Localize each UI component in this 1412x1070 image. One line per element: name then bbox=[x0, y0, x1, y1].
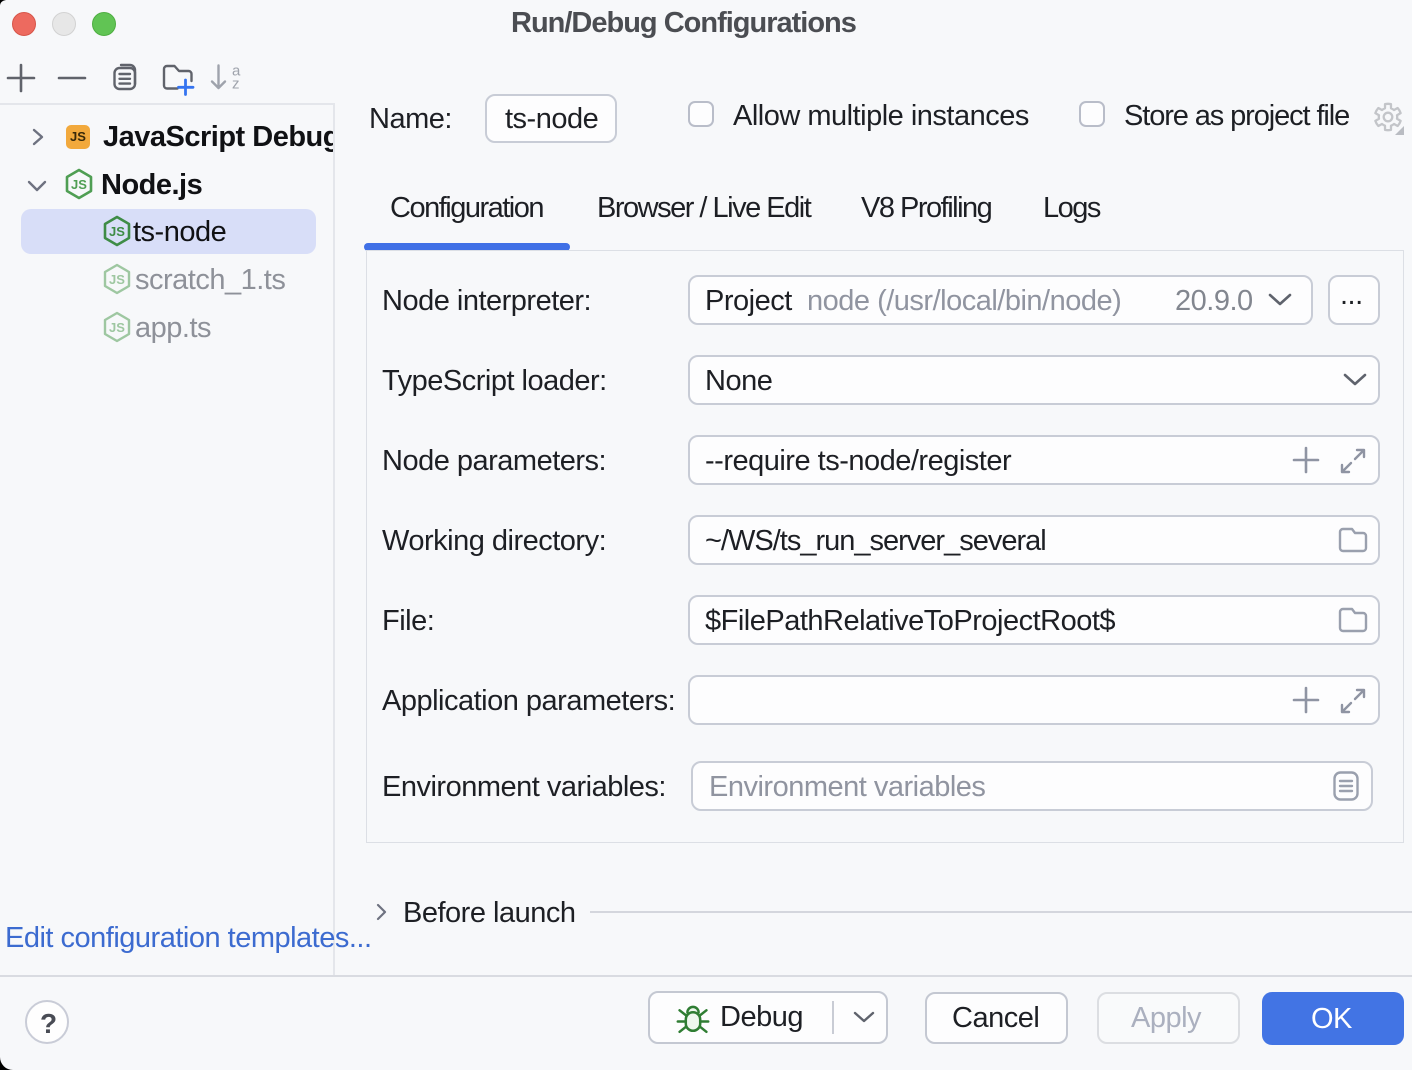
svg-text:JS: JS bbox=[109, 224, 125, 239]
svg-text:JS: JS bbox=[109, 320, 125, 335]
svg-text:JS: JS bbox=[109, 272, 125, 287]
svg-text:JS: JS bbox=[71, 177, 87, 192]
